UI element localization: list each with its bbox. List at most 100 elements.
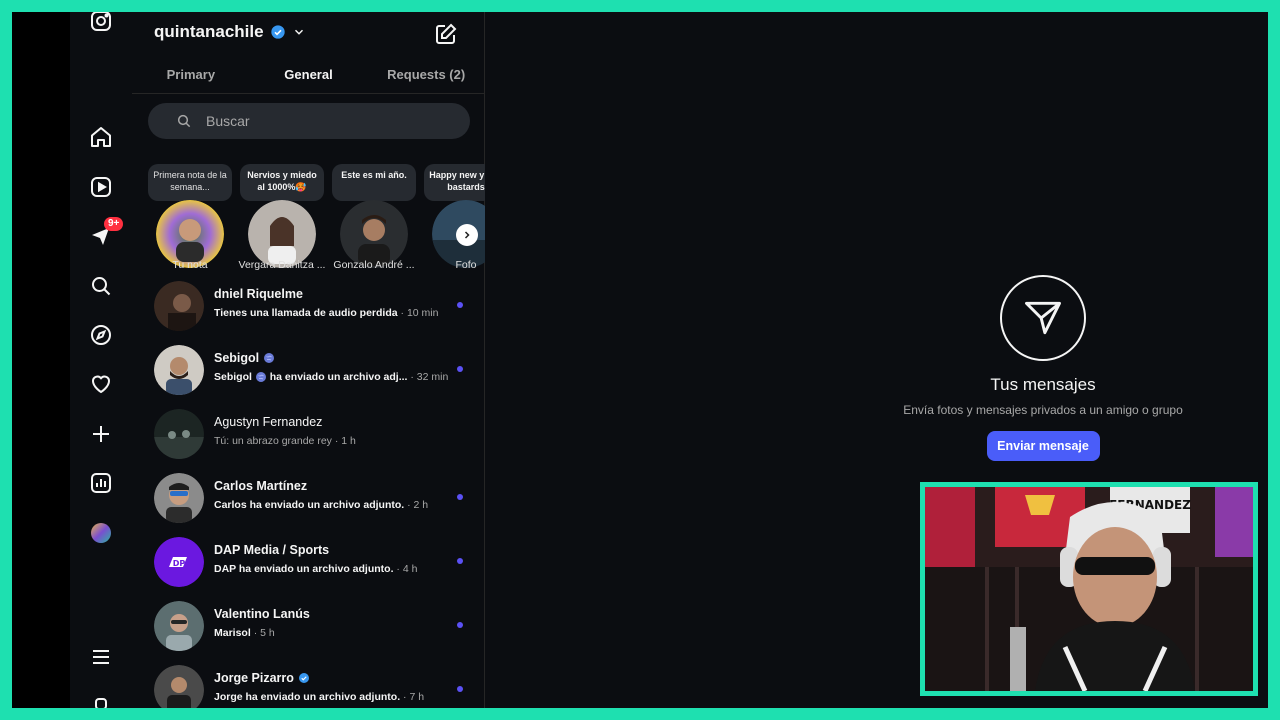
tab-primary[interactable]: Primary bbox=[132, 62, 250, 94]
conversation-time: · 4 h bbox=[396, 563, 418, 575]
svg-text:DP: DP bbox=[173, 559, 186, 568]
conversation-name: DAP Media / Sports bbox=[214, 543, 330, 557]
empty-state-subtitle: Envía fotos y mensajes privados a un ami… bbox=[903, 403, 1183, 417]
note-item[interactable]: Happy new y you bastards Fofo bbox=[418, 164, 485, 276]
instagram-icon[interactable] bbox=[88, 12, 114, 34]
left-margin bbox=[12, 12, 70, 708]
note-item[interactable]: Primera nota de la semana... Tu nota bbox=[142, 164, 232, 276]
unread-dot bbox=[457, 622, 463, 628]
preview-text: Tienes una llamada de audio perdida bbox=[214, 307, 398, 319]
conversation-preview: Tú: un abrazo grande rey · 1 h bbox=[214, 435, 356, 447]
profile-avatar[interactable] bbox=[88, 520, 114, 546]
preview-text: Sebigol bbox=[214, 371, 252, 383]
name-text: Jorge Pizarro bbox=[214, 671, 294, 685]
tab-requests[interactable]: Requests (2) bbox=[367, 62, 485, 94]
list-item[interactable]: Carlos Martínez Carlos ha enviado un arc… bbox=[132, 468, 485, 532]
list-item[interactable]: Jorge Pizarro Jorge ha enviado un archiv… bbox=[132, 660, 485, 708]
search-icon[interactable] bbox=[88, 273, 114, 299]
preview-text: Marisol bbox=[214, 627, 251, 639]
tab-general[interactable]: General bbox=[249, 62, 368, 94]
note-name: Vergara Danitza ... bbox=[238, 259, 326, 271]
heart-icon[interactable] bbox=[88, 371, 114, 397]
note-item[interactable]: Este es mi año. Gonzalo André ... bbox=[326, 164, 416, 276]
create-icon[interactable] bbox=[88, 421, 114, 447]
conversation-time: · 7 h bbox=[403, 691, 425, 703]
list-item[interactable]: Agustyn Fernandez Tú: un abrazo grande r… bbox=[132, 404, 485, 468]
unread-dot bbox=[457, 366, 463, 372]
verified-icon bbox=[270, 25, 285, 39]
conversation-preview: Carlos ha enviado un archivo adjunto. · … bbox=[214, 499, 428, 511]
conversation-name: Valentino Lanús bbox=[214, 607, 310, 621]
notes-strip: Primera nota de la semana... Tu nota Ner… bbox=[132, 164, 485, 276]
avatar bbox=[154, 281, 204, 331]
preview-text: DAP ha enviado un archivo adjunto. bbox=[214, 563, 394, 575]
empty-state: Tus mensajes Envía fotos y mensajes priv… bbox=[849, 275, 1237, 461]
webcam-image: FERNANDEZ bbox=[925, 487, 1253, 691]
preview-text-rest: ha enviado un archivo adj... bbox=[269, 371, 408, 383]
reels-icon[interactable] bbox=[88, 174, 114, 200]
conversation-preview: DAP ha enviado un archivo adjunto. · 4 h bbox=[214, 563, 417, 575]
list-item[interactable]: Valentino Lanús Marisol · 5 h bbox=[132, 596, 485, 660]
note-item[interactable]: Nervios y miedo al 1000%🥵 Vergara Danitz… bbox=[234, 164, 325, 276]
search-icon bbox=[177, 114, 191, 128]
conversation-time: · 2 h bbox=[407, 499, 429, 511]
note-bubble: Primera nota de la semana... bbox=[148, 164, 232, 201]
chevron-down-icon bbox=[294, 29, 303, 35]
conversation-name: Agustyn Fernandez bbox=[214, 415, 323, 429]
conversation-preview: Tienes una llamada de audio perdida · 10… bbox=[214, 307, 438, 319]
send-message-button[interactable]: Enviar mensaje bbox=[986, 431, 1100, 461]
account-name: quintanachile bbox=[154, 22, 264, 41]
dashboard-icon[interactable] bbox=[88, 470, 114, 496]
conversation-name: Carlos Martínez bbox=[214, 479, 308, 493]
account-switcher[interactable]: quintanachile bbox=[154, 22, 306, 42]
conversation-preview: Sebigol ha enviado un archivo adj... · 3… bbox=[214, 371, 448, 383]
avatar bbox=[154, 601, 204, 651]
search-box[interactable] bbox=[148, 103, 470, 139]
avatar: DP bbox=[154, 537, 204, 587]
avatar bbox=[340, 200, 408, 268]
note-bubble: Happy new y you bastards bbox=[424, 164, 485, 201]
conversation-time: · 5 h bbox=[253, 627, 275, 639]
list-item[interactable]: DP DAP Media / Sports DAP ha enviado un … bbox=[132, 532, 485, 596]
compose-icon[interactable] bbox=[434, 22, 458, 46]
conversation-list: dniel Riquelme Tienes una llamada de aud… bbox=[132, 276, 485, 708]
preview-text: Jorge ha enviado un archivo adjunto. bbox=[214, 691, 401, 703]
explore-icon[interactable] bbox=[88, 322, 114, 348]
conversation-preview: Marisol · 5 h bbox=[214, 627, 275, 639]
globe-icon bbox=[264, 353, 275, 363]
avatar bbox=[248, 200, 316, 268]
avatar bbox=[154, 409, 204, 459]
unread-dot bbox=[457, 686, 463, 692]
threads-icon[interactable] bbox=[88, 692, 114, 708]
unread-dot bbox=[457, 494, 463, 500]
nav-rail: 9+ bbox=[70, 12, 132, 708]
webcam-overlay: FERNANDEZ bbox=[920, 482, 1258, 696]
note-name: Tu nota bbox=[172, 259, 208, 271]
search-input[interactable] bbox=[206, 113, 426, 129]
conversation-time: · 1 h bbox=[334, 435, 356, 447]
avatar bbox=[154, 345, 204, 395]
globe-icon bbox=[255, 372, 266, 383]
send-message-icon bbox=[1000, 275, 1086, 361]
menu-icon[interactable] bbox=[88, 644, 114, 670]
unread-dot bbox=[457, 558, 463, 564]
conversation-time: · 32 min bbox=[410, 371, 449, 383]
messages-icon[interactable]: 9+ bbox=[88, 217, 124, 249]
home-icon[interactable] bbox=[88, 124, 114, 150]
preview-text: Carlos ha enviado un archivo adjunto. bbox=[214, 499, 405, 511]
list-item[interactable]: Sebigol Sebigol ha enviado un archivo ad… bbox=[132, 340, 485, 404]
conversation-time: · 10 min bbox=[400, 307, 439, 319]
avatar bbox=[156, 200, 224, 268]
inbox-tabs: Primary General Requests (2) bbox=[132, 62, 485, 94]
conversation-name: dniel Riquelme bbox=[214, 287, 303, 301]
verified-icon bbox=[298, 673, 309, 683]
list-item[interactable]: dniel Riquelme Tienes una llamada de aud… bbox=[132, 276, 485, 340]
conversation-name: Sebigol bbox=[214, 351, 275, 365]
avatar bbox=[154, 473, 204, 523]
note-bubble: Nervios y miedo al 1000%🥵 bbox=[240, 164, 324, 201]
note-bubble: Este es mi año. bbox=[332, 164, 416, 201]
note-name: Fofo bbox=[455, 259, 477, 271]
chevron-right-icon[interactable] bbox=[456, 224, 478, 246]
note-name: Gonzalo André ... bbox=[333, 259, 415, 271]
avatar bbox=[154, 665, 204, 708]
